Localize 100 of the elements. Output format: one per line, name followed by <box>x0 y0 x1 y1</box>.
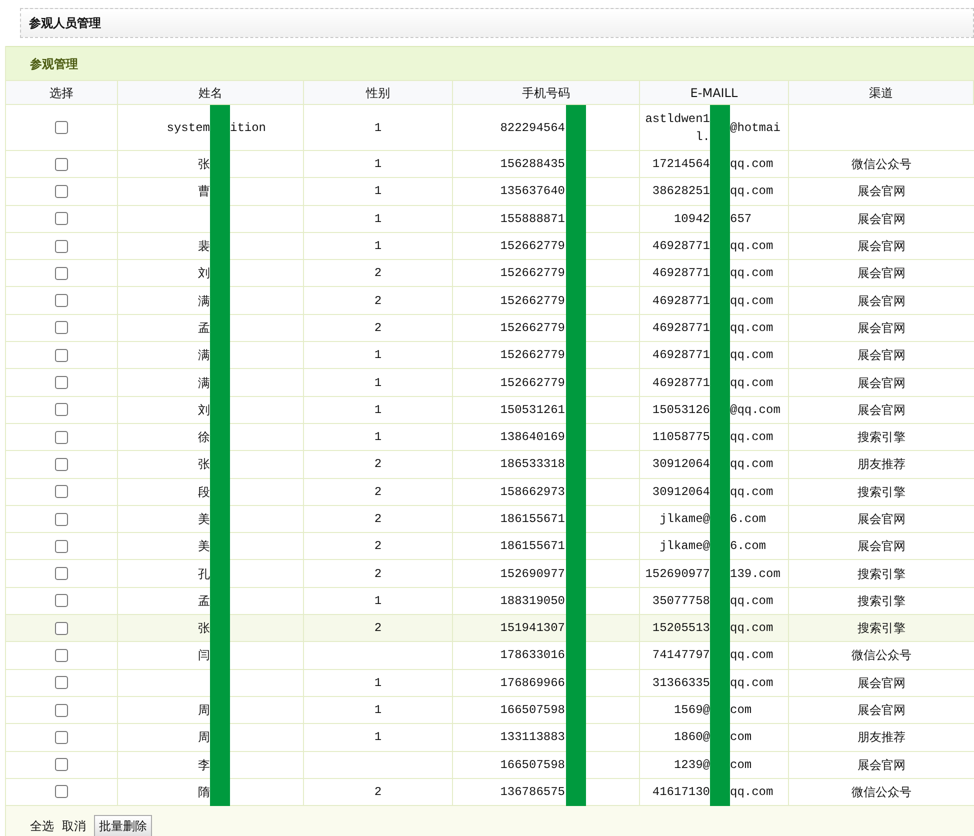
row-checkbox[interactable] <box>55 458 68 471</box>
row-checkbox[interactable] <box>55 403 68 416</box>
cell-text: 186155671 <box>500 511 565 528</box>
select-all-link[interactable]: 全选 <box>30 817 54 836</box>
row-checkbox[interactable] <box>55 212 68 226</box>
row-checkbox[interactable] <box>55 348 68 362</box>
cell-text: 152662779 <box>500 265 565 282</box>
row-checkbox[interactable] <box>55 567 68 580</box>
cell-text: 张 <box>198 156 210 174</box>
cell-text: 1 <box>374 156 382 174</box>
cell-text: 17214564 <box>652 156 710 174</box>
cell-text: 2 <box>374 784 382 801</box>
cell-text: 41617130 <box>652 784 710 801</box>
cell-text: 186155671 <box>500 538 565 556</box>
cell-text: 展会官网 <box>858 292 906 310</box>
batch-delete-button[interactable]: 批量删除 <box>94 815 152 836</box>
row-checkbox[interactable] <box>55 594 68 608</box>
cell-text: 朋友推荐 <box>858 456 906 474</box>
cell-text: qq.com <box>730 183 774 200</box>
cell-text: 展会官网 <box>858 210 906 228</box>
cell-text: 46928771 <box>652 238 710 256</box>
cell-text: 2 <box>374 511 382 528</box>
row-checkbox[interactable] <box>55 622 68 635</box>
cell-text: qq.com <box>730 592 774 610</box>
cell-text: 2 <box>374 538 382 556</box>
cell-text: 美 <box>198 511 210 528</box>
row-checkbox[interactable] <box>55 158 68 171</box>
cell-text: 11058775 <box>652 429 710 446</box>
column-header: E-MAILL <box>640 81 789 104</box>
cell-text: 176869966 <box>500 674 565 692</box>
cell-text: 35077758 <box>652 592 710 610</box>
cell-text: 微信公众号 <box>852 784 912 801</box>
cell-text: system <box>166 120 210 136</box>
cell-text: 158662973 <box>500 484 565 501</box>
cell-text: 31366335 <box>652 674 710 692</box>
cell-text: 2 <box>374 620 382 638</box>
cell-text: 10942 <box>674 210 710 228</box>
cell-text: @qq.com <box>730 402 780 419</box>
row-checkbox[interactable] <box>55 184 68 198</box>
row-checkbox[interactable] <box>55 540 68 553</box>
cell-text: 151941307 <box>500 620 565 638</box>
cell-text: 1 <box>374 210 382 228</box>
cell-text: 166507598 <box>500 756 565 774</box>
cell-text: 2 <box>374 265 382 282</box>
row-checkbox[interactable] <box>55 730 68 744</box>
row-checkbox[interactable] <box>55 376 68 390</box>
row-checkbox[interactable] <box>55 430 68 444</box>
cell-text: 张 <box>198 620 210 638</box>
row-checkbox[interactable] <box>55 321 68 334</box>
cell-text: com <box>730 702 752 720</box>
cancel-link[interactable]: 取消 <box>62 817 86 836</box>
row-checkbox[interactable] <box>55 785 68 798</box>
cell-text: 152662779 <box>500 374 565 392</box>
row-checkbox[interactable] <box>55 294 68 308</box>
cell-text: 38628251 <box>652 183 710 200</box>
cell-text: 188319050 <box>500 592 565 610</box>
cell-text: 周 <box>198 702 210 720</box>
row-checkbox[interactable] <box>55 240 68 253</box>
cell-text: 展会官网 <box>858 674 906 692</box>
cell-text: qq.com <box>730 156 774 174</box>
cell-text: 展会官网 <box>858 756 906 774</box>
cell-text: 孟 <box>198 320 210 337</box>
cell-text: 1860@ <box>674 729 710 746</box>
cell-text: 15053126 <box>652 402 710 419</box>
row-checkbox[interactable] <box>55 485 68 498</box>
cell-text: 186533318 <box>500 456 565 474</box>
cell-text: 15205513 <box>652 620 710 638</box>
cell-text: 2 <box>374 484 382 501</box>
row-checkbox[interactable] <box>55 648 68 662</box>
cell-text: 1 <box>374 702 382 720</box>
cell-text: 152662779 <box>500 238 565 256</box>
cell-text: 徐 <box>198 429 210 446</box>
row-checkbox[interactable] <box>55 512 68 526</box>
cell-text: 满 <box>198 292 210 310</box>
column-header: 姓名 <box>118 81 304 104</box>
row-checkbox[interactable] <box>55 758 68 772</box>
row-checkbox[interactable] <box>55 704 68 717</box>
cell-text: 2 <box>374 566 382 583</box>
cell-text: 657 <box>730 210 752 228</box>
cell-text: qq.com <box>730 238 774 256</box>
cell-text: 展会官网 <box>858 538 906 556</box>
cell-text: 46928771 <box>652 374 710 392</box>
row-checkbox[interactable] <box>55 676 68 690</box>
cell-text: 1 <box>374 120 382 136</box>
cell-text: 闫 <box>198 647 210 664</box>
cell-text: 周 <box>198 729 210 746</box>
cell-text: qq.com <box>730 647 774 664</box>
cell-text: 展会官网 <box>858 347 906 364</box>
cell-text: 46928771 <box>652 265 710 282</box>
cell-text: 孟 <box>198 592 210 610</box>
row-checkbox[interactable] <box>55 266 68 280</box>
cell-text: 133113883 <box>500 729 565 746</box>
column-header: 性别 <box>304 81 453 104</box>
cell-text: 裴 <box>198 238 210 256</box>
cell-text: 展会官网 <box>858 183 906 200</box>
column-header: 选择 <box>6 81 118 104</box>
cell-text: qq.com <box>730 484 774 501</box>
cell-text: 152690977 <box>500 566 565 583</box>
cell-text: 1569@ <box>674 702 710 720</box>
row-checkbox[interactable] <box>55 121 68 134</box>
